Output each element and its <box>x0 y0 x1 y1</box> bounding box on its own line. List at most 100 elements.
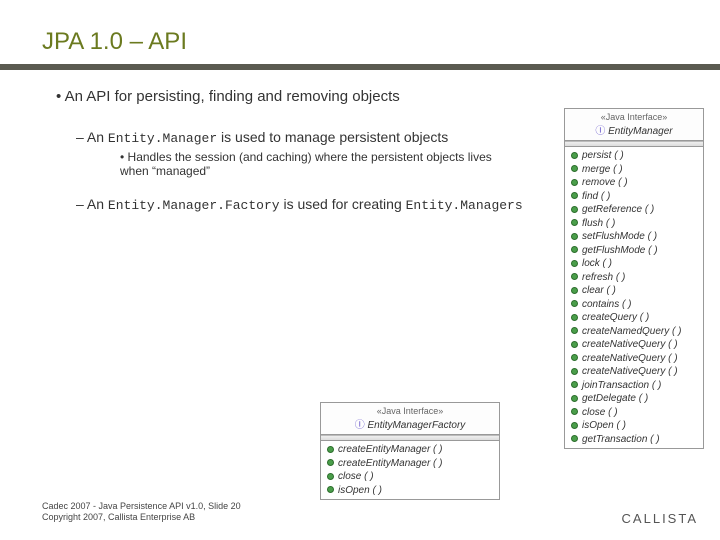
footer-line: Copyright 2007, Callista Enterprise AB <box>42 512 241 524</box>
uml-operation: contains ( ) <box>565 298 703 312</box>
uml-stereotype: «Java Interface» <box>571 112 697 122</box>
uml-header: «Java Interface» EntityManager <box>565 109 703 141</box>
slide-title: JPA 1.0 – API <box>0 0 720 64</box>
method-dot-icon <box>571 408 578 415</box>
uml-operation: isOpen ( ) <box>321 484 499 498</box>
uml-operations: createEntityManager ( ) createEntityManag… <box>321 441 499 499</box>
uml-operation-label: contains ( ) <box>582 299 631 310</box>
uml-operation: getReference ( ) <box>565 203 703 217</box>
uml-operation: close ( ) <box>321 470 499 484</box>
uml-operation-label: createNamedQuery ( ) <box>582 326 681 337</box>
method-dot-icon <box>571 287 578 294</box>
uml-operation-label: getFlushMode ( ) <box>582 245 658 256</box>
uml-operation-label: merge ( ) <box>582 164 623 175</box>
uml-operation: remove ( ) <box>565 176 703 190</box>
uml-operation: createEntityManager ( ) <box>321 457 499 471</box>
uml-operation-label: createNativeQuery ( ) <box>582 339 678 350</box>
uml-operation-label: createQuery ( ) <box>582 312 649 323</box>
method-dot-icon <box>571 381 578 388</box>
uml-operation: persist ( ) <box>565 149 703 163</box>
code-text: Entity.Managers <box>406 198 523 213</box>
method-dot-icon <box>327 446 334 453</box>
uml-operation: clear ( ) <box>565 284 703 298</box>
sub-bullet-factory: An Entity.Manager.Factory is used for cr… <box>76 196 546 213</box>
uml-operation-label: getReference ( ) <box>582 204 654 215</box>
code-text: Entity.Manager <box>108 131 217 146</box>
uml-operation: getDelegate ( ) <box>565 392 703 406</box>
uml-operation-label: close ( ) <box>582 407 618 418</box>
uml-operation-label: clear ( ) <box>582 285 616 296</box>
text: is used to manage persistent objects <box>217 129 448 145</box>
uml-operations: persist ( ) merge ( ) remove ( ) find ( ) ge… <box>565 147 703 448</box>
uml-operation: getFlushMode ( ) <box>565 244 703 258</box>
uml-operation: close ( ) <box>565 406 703 420</box>
uml-operation-label: createEntityManager ( ) <box>338 458 443 469</box>
text: An <box>87 196 108 212</box>
method-dot-icon <box>571 273 578 280</box>
uml-operation: merge ( ) <box>565 163 703 177</box>
uml-interface-name: EntityManagerFactory <box>327 416 493 431</box>
uml-operation: createNativeQuery ( ) <box>565 338 703 352</box>
method-dot-icon <box>571 192 578 199</box>
uml-operation: createNativeQuery ( ) <box>565 352 703 366</box>
uml-operation-label: isOpen ( ) <box>338 485 382 496</box>
uml-entitymanagerfactory: «Java Interface» EntityManagerFactory cr… <box>320 402 500 500</box>
sub-bullet-entitymanager: An Entity.Manager is used to manage pers… <box>76 129 506 178</box>
method-dot-icon <box>327 473 334 480</box>
method-dot-icon <box>571 395 578 402</box>
method-dot-icon <box>571 327 578 334</box>
method-dot-icon <box>571 260 578 267</box>
uml-operation: createEntityManager ( ) <box>321 443 499 457</box>
uml-operation: createQuery ( ) <box>565 311 703 325</box>
method-dot-icon <box>571 341 578 348</box>
uml-operation-label: persist ( ) <box>582 150 624 161</box>
uml-operation: createNamedQuery ( ) <box>565 325 703 339</box>
method-dot-icon <box>571 422 578 429</box>
uml-operation-label: joinTransaction ( ) <box>582 380 661 391</box>
method-dot-icon <box>571 435 578 442</box>
uml-operation-label: createEntityManager ( ) <box>338 444 443 455</box>
method-dot-icon <box>571 314 578 321</box>
uml-operation-label: isOpen ( ) <box>582 420 626 431</box>
subsub-bullet: Handles the session (and caching) where … <box>120 150 500 178</box>
footer-line: Cadec 2007 - Java Persistence API v1.0, … <box>42 501 241 513</box>
main-bullet: An API for persisting, finding and remov… <box>56 88 436 105</box>
method-dot-icon <box>571 368 578 375</box>
uml-operation-label: createNativeQuery ( ) <box>582 366 678 377</box>
uml-operation: isOpen ( ) <box>565 419 703 433</box>
uml-operation: find ( ) <box>565 190 703 204</box>
uml-interface-name: EntityManager <box>571 122 697 137</box>
uml-operation: lock ( ) <box>565 257 703 271</box>
uml-header: «Java Interface» EntityManagerFactory <box>321 403 499 435</box>
uml-operation: refresh ( ) <box>565 271 703 285</box>
uml-operation-label: getDelegate ( ) <box>582 393 648 404</box>
brand-logo: CALLISTA <box>622 511 698 526</box>
method-dot-icon <box>571 300 578 307</box>
uml-operation-label: refresh ( ) <box>582 272 625 283</box>
uml-operation: flush ( ) <box>565 217 703 231</box>
method-dot-icon <box>327 459 334 466</box>
method-dot-icon <box>571 233 578 240</box>
method-dot-icon <box>571 206 578 213</box>
uml-operation-label: find ( ) <box>582 191 610 202</box>
uml-entitymanager: «Java Interface» EntityManager persist (… <box>564 108 704 449</box>
uml-operation-label: setFlushMode ( ) <box>582 231 657 242</box>
uml-operation-label: lock ( ) <box>582 258 612 269</box>
uml-operation: setFlushMode ( ) <box>565 230 703 244</box>
uml-operation: joinTransaction ( ) <box>565 379 703 393</box>
uml-operation: createNativeQuery ( ) <box>565 365 703 379</box>
footer: Cadec 2007 - Java Persistence API v1.0, … <box>42 501 241 524</box>
code-text: Entity.Manager.Factory <box>108 198 280 213</box>
uml-operation-label: remove ( ) <box>582 177 628 188</box>
method-dot-icon <box>571 152 578 159</box>
text: is used for creating <box>280 196 406 212</box>
method-dot-icon <box>571 179 578 186</box>
method-dot-icon <box>571 165 578 172</box>
text: An <box>87 129 108 145</box>
method-dot-icon <box>327 486 334 493</box>
uml-operation-label: flush ( ) <box>582 218 615 229</box>
method-dot-icon <box>571 354 578 361</box>
method-dot-icon <box>571 219 578 226</box>
uml-operation-label: close ( ) <box>338 471 374 482</box>
uml-operation: getTransaction ( ) <box>565 433 703 447</box>
